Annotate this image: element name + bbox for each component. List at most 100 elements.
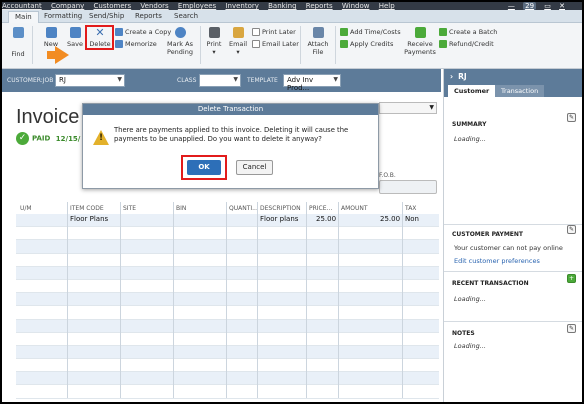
menu-vendors[interactable]: Vendors bbox=[140, 2, 168, 10]
refund-credit-button[interactable]: Refund/Credit bbox=[439, 40, 494, 48]
column-header-description[interactable]: DESCRIPTION bbox=[260, 202, 301, 214]
menu-inventory[interactable]: Inventory bbox=[225, 2, 258, 10]
add-transaction-icon[interactable]: + bbox=[567, 274, 576, 283]
table-row[interactable] bbox=[16, 385, 439, 399]
email-later-checkbox[interactable]: Email Later bbox=[252, 40, 299, 48]
tab-send-ship[interactable]: Send/Ship bbox=[89, 12, 124, 20]
table-row[interactable] bbox=[16, 306, 439, 320]
class-label: CLASS bbox=[177, 77, 197, 84]
collapse-panel-icon[interactable]: › bbox=[450, 72, 453, 81]
column-header-site[interactable]: SITE bbox=[123, 202, 136, 214]
table-row[interactable] bbox=[16, 345, 439, 360]
template-value: Adv Inv Prod... bbox=[287, 76, 314, 92]
column-header-tax[interactable]: TAX bbox=[405, 202, 416, 214]
table-row[interactable] bbox=[16, 266, 439, 280]
email-label: Email bbox=[228, 40, 248, 48]
cell-amount[interactable]: 25.00 bbox=[380, 215, 400, 223]
menu-company[interactable]: Company bbox=[51, 2, 84, 10]
table-row[interactable] bbox=[16, 332, 439, 346]
table-row[interactable] bbox=[16, 227, 439, 241]
ribbon-separator bbox=[32, 26, 33, 64]
notification-badge[interactable]: 29 bbox=[523, 2, 537, 10]
ribbon-separator bbox=[300, 26, 301, 64]
print-label: Print bbox=[206, 40, 222, 48]
table-row[interactable] bbox=[16, 253, 439, 267]
tab-search[interactable]: Search bbox=[174, 12, 198, 20]
print-dropdown-icon[interactable]: ▾ bbox=[204, 48, 224, 56]
invoice-title: Invoice bbox=[16, 106, 80, 128]
cell-price[interactable]: 25.00 bbox=[316, 215, 336, 223]
edit-pencil-icon[interactable]: ✎ bbox=[567, 225, 576, 234]
edit-pencil-icon[interactable]: ✎ bbox=[567, 113, 576, 122]
edit-customer-preferences-link[interactable]: Edit customer preferences bbox=[454, 257, 540, 265]
checkmark-icon: ✓ bbox=[16, 132, 29, 145]
cancel-button[interactable]: Cancel bbox=[236, 160, 273, 175]
fob-field[interactable] bbox=[379, 180, 437, 194]
print-later-checkbox[interactable]: Print Later bbox=[252, 28, 296, 36]
column-header-bin[interactable]: BIN bbox=[176, 202, 186, 214]
add-time-costs-button[interactable]: Add Time/Costs bbox=[340, 28, 401, 36]
table-row[interactable] bbox=[16, 279, 439, 294]
template-dropdown[interactable]: Adv Inv Prod... ▼ bbox=[283, 74, 341, 92]
mark-as-pending-button[interactable]: Mark As Pending bbox=[165, 27, 195, 56]
tab-customer[interactable]: Customer bbox=[448, 85, 496, 97]
column-header-um[interactable]: U/M bbox=[20, 202, 32, 214]
apply-credits-button[interactable]: Apply Credits bbox=[340, 40, 393, 48]
class-dropdown[interactable]: ▼ bbox=[199, 74, 241, 87]
menu-accountant[interactable]: Accountant bbox=[2, 2, 42, 10]
receive-payments-button[interactable]: Receive Payments bbox=[404, 27, 436, 56]
delete-transaction-dialog: Delete Transaction ! There are payments … bbox=[82, 103, 379, 189]
cell-tax[interactable]: Non bbox=[405, 215, 419, 223]
customer-payment-heading: CUSTOMER PAYMENT bbox=[452, 231, 524, 238]
paid-label: PAID bbox=[32, 134, 51, 143]
email-button[interactable]: Email ▾ bbox=[228, 27, 248, 56]
table-row[interactable] bbox=[16, 319, 439, 333]
notes-heading: NOTES bbox=[452, 330, 475, 337]
attach-file-button[interactable]: Attach File bbox=[306, 27, 330, 56]
paid-date: 12/15/ bbox=[55, 134, 81, 143]
panel-tabs: Customer Transaction bbox=[444, 83, 582, 97]
column-header-item-code[interactable]: ITEM CODE bbox=[70, 202, 104, 214]
date-dropdown[interactable]: ▼ bbox=[379, 102, 437, 114]
paperclip-icon bbox=[312, 27, 324, 38]
column-header-price[interactable]: PRICE... bbox=[309, 202, 332, 214]
create-batch-button[interactable]: Create a Batch bbox=[439, 28, 497, 36]
customer-job-label: CUSTOMER:JOB bbox=[7, 77, 54, 84]
minimize-icon[interactable]: — bbox=[508, 2, 515, 10]
edit-pencil-icon[interactable]: ✎ bbox=[567, 324, 576, 333]
save-button[interactable]: Save bbox=[64, 27, 86, 48]
notes-loading: Loading... bbox=[454, 342, 486, 350]
close-icon[interactable]: ✕ bbox=[559, 2, 565, 10]
column-header-amount[interactable]: AMOUNT bbox=[341, 202, 368, 214]
memorize-button[interactable]: Memorize bbox=[115, 40, 157, 48]
cell-description[interactable]: Floor plans bbox=[260, 215, 298, 223]
find-button[interactable]: Find bbox=[8, 27, 28, 58]
tab-main[interactable]: Main bbox=[8, 11, 39, 23]
column-header-quantity[interactable]: QUANTI... bbox=[229, 202, 258, 214]
create-copy-button[interactable]: Create a Copy bbox=[115, 28, 171, 36]
save-label: Save bbox=[67, 40, 83, 48]
tab-reports[interactable]: Reports bbox=[135, 12, 162, 20]
table-row[interactable] bbox=[16, 372, 439, 386]
menu-employees[interactable]: Employees bbox=[178, 2, 216, 10]
tab-formatting[interactable]: Formatting bbox=[44, 12, 82, 20]
menu-window[interactable]: Window bbox=[342, 2, 370, 10]
restore-icon[interactable]: ▭ bbox=[544, 2, 551, 10]
column-divider bbox=[306, 202, 307, 398]
save-icon bbox=[69, 27, 81, 38]
table-row[interactable] bbox=[16, 293, 439, 307]
receive-payments-icon bbox=[414, 27, 426, 38]
customer-job-dropdown[interactable]: RJ ▼ bbox=[55, 74, 125, 87]
tab-transaction[interactable]: Transaction bbox=[495, 85, 545, 97]
print-button[interactable]: Print ▾ bbox=[204, 27, 224, 56]
menu-help[interactable]: Help bbox=[379, 2, 395, 10]
table-row[interactable] bbox=[16, 359, 439, 373]
menu-reports[interactable]: Reports bbox=[306, 2, 333, 10]
menu-customers[interactable]: Customers bbox=[94, 2, 132, 10]
ribbon-separator bbox=[335, 26, 336, 64]
menu-banking[interactable]: Banking bbox=[268, 2, 296, 10]
cell-item-code[interactable]: Floor Plans bbox=[70, 215, 108, 223]
email-dropdown-icon[interactable]: ▾ bbox=[228, 48, 248, 56]
table-row[interactable] bbox=[16, 240, 439, 254]
new-button[interactable]: New bbox=[40, 27, 62, 48]
